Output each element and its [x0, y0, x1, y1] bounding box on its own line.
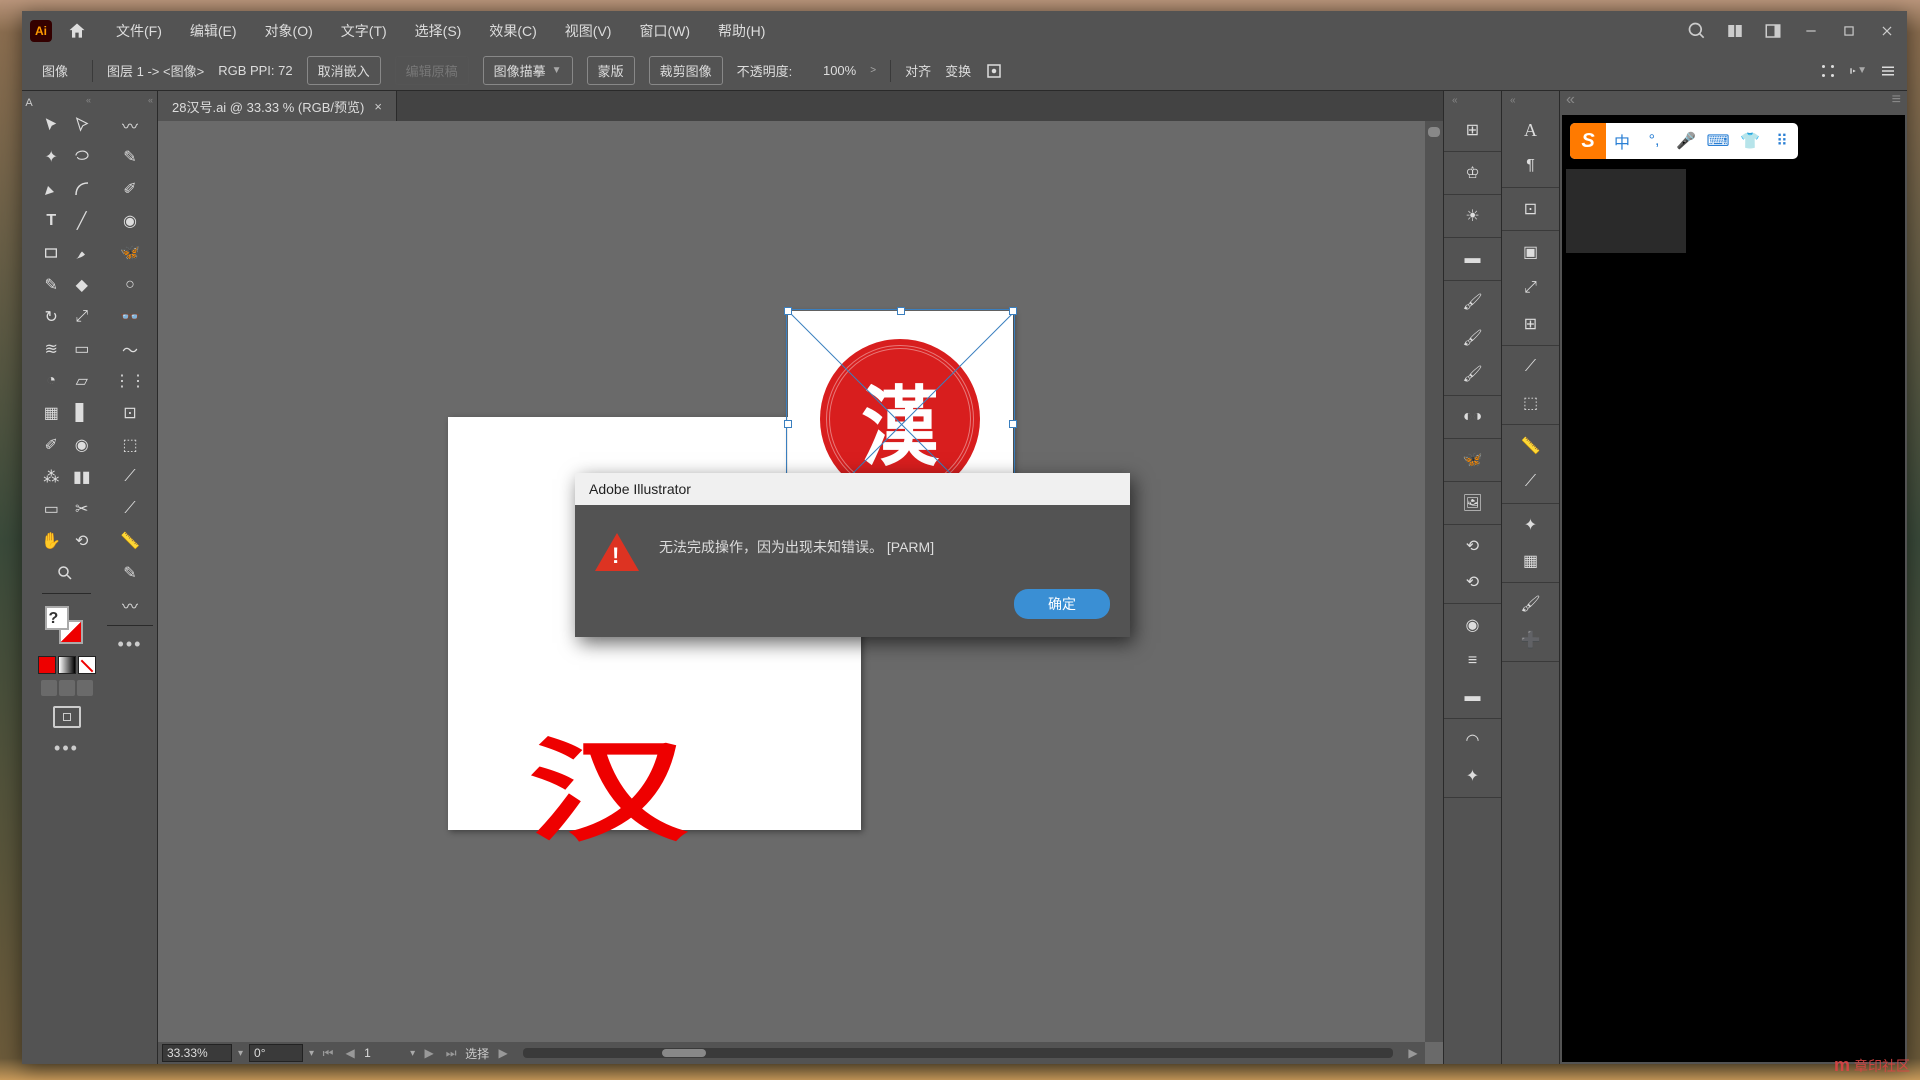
watermark-text: 章印社区 — [1854, 1056, 1910, 1076]
watermark: m 章印社区 — [1834, 1055, 1910, 1076]
warning-icon — [595, 533, 639, 571]
error-dialog: Adobe Illustrator 无法完成操作，因为出现未知错误。 [PARM… — [575, 473, 1130, 637]
watermark-icon: m — [1834, 1055, 1850, 1076]
ok-button[interactable]: 确定 — [1014, 589, 1110, 619]
dialog-title: Adobe Illustrator — [575, 473, 1130, 505]
dialog-message: 无法完成操作，因为出现未知错误。 [PARM] — [659, 529, 1110, 557]
modal-overlay: Adobe Illustrator 无法完成操作，因为出现未知错误。 [PARM… — [0, 0, 1920, 1080]
